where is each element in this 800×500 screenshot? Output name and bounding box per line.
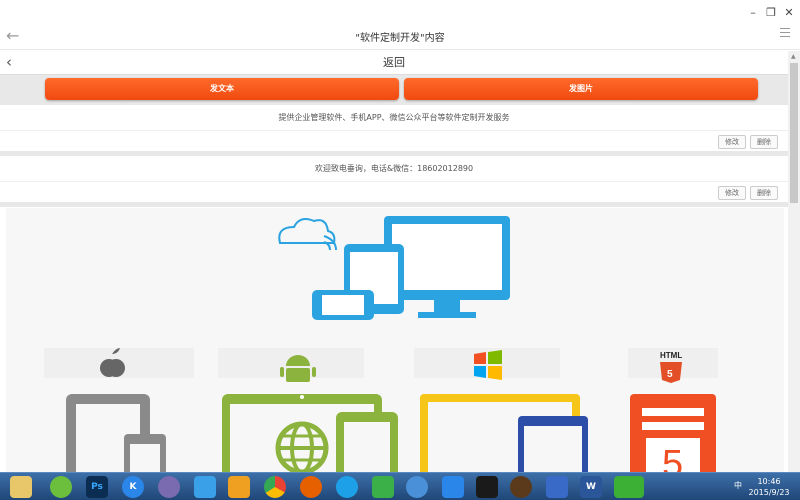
photoshop-icon[interactable]: Ps: [86, 476, 108, 498]
remote-desktop-icon[interactable]: [546, 476, 568, 498]
pen-app-icon[interactable]: [194, 476, 216, 498]
app-header: ← "软件定制开发"内容: [0, 22, 800, 50]
post-item: 提供企业管理软件、手机APP、微信公众平台等软件定制开发服务 修改 删除: [0, 105, 788, 156]
ie-icon[interactable]: [336, 476, 358, 498]
windows-devices-icon: [420, 394, 588, 472]
svg-text:5: 5: [667, 369, 673, 380]
post-actions: 修改 删除: [0, 131, 788, 156]
post-text-button[interactable]: 发文本: [45, 78, 399, 100]
scroll-up-icon[interactable]: ▲: [791, 53, 796, 60]
file-explorer-icon[interactable]: [10, 476, 32, 498]
cloud-app-icon[interactable]: [406, 476, 428, 498]
svg-text:HTML: HTML: [660, 351, 682, 360]
game-app-icon[interactable]: [510, 476, 532, 498]
minimize-button[interactable]: –: [746, 6, 760, 20]
edit-button[interactable]: 修改: [718, 186, 746, 200]
chevron-left-icon[interactable]: ‹: [6, 53, 12, 71]
action-row: 发文本 发图片: [0, 75, 788, 105]
xunlei-app-icon[interactable]: [442, 476, 464, 498]
phone-icon: [312, 290, 374, 320]
clock-time: 10:46: [757, 477, 781, 486]
back-bar[interactable]: ‹ 返回: [0, 51, 788, 75]
post-actions: 修改 删除: [0, 182, 788, 207]
close-button[interactable]: ✕: [782, 6, 796, 20]
html5-icon: HTML 5: [660, 351, 682, 383]
word-icon[interactable]: W: [580, 476, 602, 498]
content-area: ‹ 返回 发文本 发图片 提供企业管理软件、手机APP、微信公众平台等软件定制开…: [0, 51, 788, 472]
platforms-banner-image: HTML 5 5: [6, 208, 784, 472]
wechat-icon[interactable]: [614, 476, 644, 498]
taskbar: Ps K W 中 10:46 2015/9/23: [0, 472, 800, 500]
back-label[interactable]: 返回: [0, 51, 788, 75]
360-safe-icon[interactable]: [228, 476, 250, 498]
scrollbar[interactable]: ▲: [788, 51, 800, 472]
android-devices-icon: [222, 394, 398, 472]
delete-button[interactable]: 删除: [750, 135, 778, 149]
browser-360-icon[interactable]: [50, 476, 72, 498]
svg-text:5: 5: [662, 443, 683, 472]
post-image-button[interactable]: 发图片: [404, 78, 758, 100]
app-window: – ❐ ✕ ← "软件定制开发"内容 ‹ 返回 发文本 发图片 提供企业管理软件…: [0, 0, 800, 472]
tray-ime[interactable]: 中: [734, 480, 742, 491]
eye-app-icon[interactable]: [476, 476, 498, 498]
ime-app-icon[interactable]: [158, 476, 180, 498]
chrome-icon[interactable]: [264, 476, 286, 498]
cloud-icon: [278, 218, 336, 244]
edit-button[interactable]: 修改: [718, 135, 746, 149]
kuwo-icon[interactable]: K: [122, 476, 144, 498]
post-text: 提供企业管理软件、手机APP、微信公众平台等软件定制开发服务: [0, 105, 788, 131]
post-text: 欢迎致电垂询，电话&微信：18602012890: [0, 156, 788, 182]
page-title: "软件定制开发"内容: [355, 33, 445, 44]
maximize-button[interactable]: ❐: [764, 6, 778, 20]
download-app-icon[interactable]: [372, 476, 394, 498]
ios-devices-icon: [66, 394, 166, 472]
clock-date: 2015/9/23: [748, 488, 790, 497]
post-item: 欢迎致电垂询，电话&微信：18602012890 修改 删除: [0, 156, 788, 207]
delete-button[interactable]: 删除: [750, 186, 778, 200]
html5-device-icon: 5: [630, 394, 716, 472]
firefox-icon[interactable]: [300, 476, 322, 498]
scrollbar-thumb[interactable]: [790, 63, 798, 203]
clock[interactable]: 10:46 2015/9/23: [744, 476, 794, 498]
hamburger-icon[interactable]: [780, 28, 790, 40]
